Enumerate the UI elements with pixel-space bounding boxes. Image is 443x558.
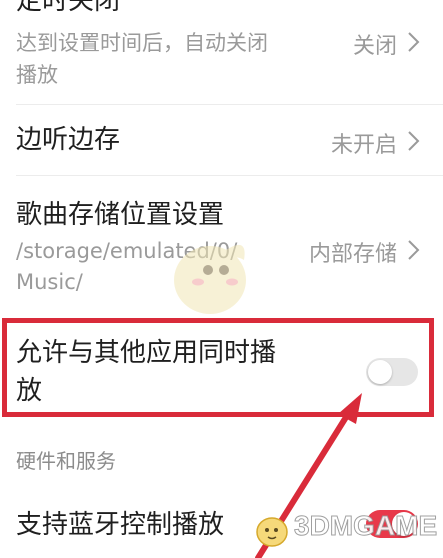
mascot-icon — [174, 244, 246, 314]
watermark-text: 3DMGAME — [293, 510, 438, 542]
auto-close-value: 关闭 — [352, 34, 397, 59]
chevron-right-icon — [408, 240, 420, 260]
settings-screen: 定时关闭 达到设置时间后，自动关闭 播放 关闭 边听边存 未开启 歌曲存储位置设… — [0, 0, 443, 558]
storage-path-line2: Music/ — [16, 270, 83, 294]
watermark-mascot-icon — [256, 517, 288, 547]
auto-close-subtitle-line1: 达到设置时间后，自动关闭 — [16, 31, 268, 55]
setting-listen-save[interactable]: 边听边存 未开启 — [0, 105, 443, 175]
listen-save-value: 未开启 — [330, 133, 397, 158]
storage-value: 内部存储 — [308, 242, 397, 267]
auto-close-subtitle-line2: 播放 — [16, 63, 58, 87]
listen-save-title: 边听边存 — [16, 125, 121, 155]
auto-close-title: 定时关闭 — [16, 0, 121, 16]
chevron-right-icon — [408, 131, 420, 151]
bluetooth-title: 支持蓝牙控制播放 — [16, 510, 225, 540]
chevron-right-icon — [408, 32, 420, 52]
setting-auto-close[interactable]: 定时关闭 达到设置时间后，自动关闭 播放 关闭 — [0, 0, 443, 104]
section-hardware-services: 硬件和服务 — [16, 449, 116, 473]
highlight-annotation-box — [2, 318, 434, 417]
